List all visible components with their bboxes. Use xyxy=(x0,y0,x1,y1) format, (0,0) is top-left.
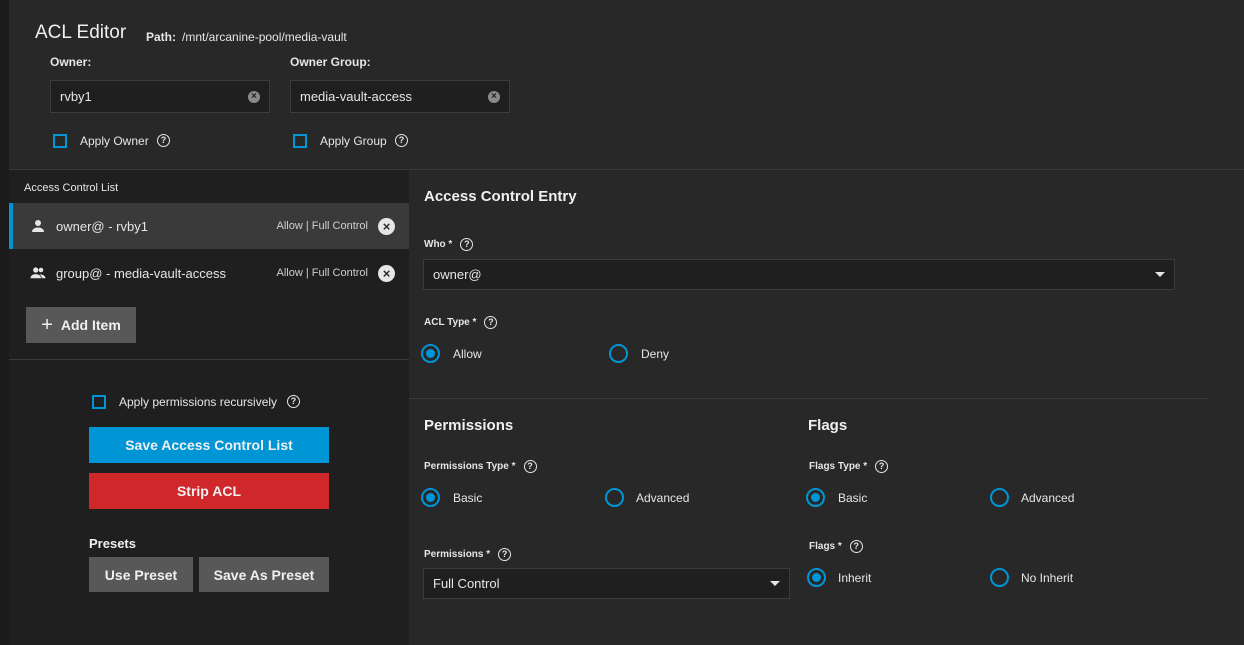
no-inherit-radio[interactable] xyxy=(990,568,1009,587)
permissions-label: Permissions * xyxy=(424,549,491,560)
who-label: Who * xyxy=(424,239,453,250)
owner-label: Owner: xyxy=(50,55,92,69)
list-divider xyxy=(9,359,409,360)
add-item-button[interactable]: + Add Item xyxy=(26,307,136,343)
clear-group-icon[interactable]: × xyxy=(488,90,500,103)
owner-group-input[interactable]: media-vault-access × xyxy=(290,80,510,113)
path-value: /mnt/arcanine-pool/media-vault xyxy=(182,30,347,44)
permissions-help-icon[interactable]: ? xyxy=(498,548,512,561)
owner-group-label: Owner Group: xyxy=(290,55,371,69)
flags-label-group: Flags * ? xyxy=(809,540,863,553)
acl-item-name: group@ - media-vault-access xyxy=(56,265,226,281)
owner-value: rvby1 xyxy=(60,89,92,104)
apply-recursive-checkbox[interactable] xyxy=(92,395,106,409)
owner-group-value: media-vault-access xyxy=(300,89,412,104)
flags-help-icon[interactable]: ? xyxy=(849,540,863,553)
use-preset-button[interactable]: Use Preset xyxy=(89,557,193,592)
strip-acl-button[interactable]: Strip ACL xyxy=(89,473,329,509)
entry-divider xyxy=(409,398,1209,399)
add-item-label: Add Item xyxy=(60,317,121,333)
permissions-label-group: Permissions * ? xyxy=(424,548,512,561)
save-acl-button[interactable]: Save Access Control List xyxy=(89,427,329,463)
apply-group-checkbox[interactable] xyxy=(293,134,307,148)
group-icon xyxy=(30,267,46,279)
permissions-type-label: Permissions Type * xyxy=(424,461,516,472)
deny-radio[interactable] xyxy=(609,344,628,363)
inherit-radio[interactable] xyxy=(807,568,826,587)
who-help-icon[interactable]: ? xyxy=(460,238,474,251)
acl-type-label-group: ACL Type * ? xyxy=(424,316,498,329)
clear-owner-icon[interactable]: × xyxy=(248,90,260,103)
acl-type-label: ACL Type * xyxy=(424,317,477,328)
acl-list-title: Access Control List xyxy=(24,182,119,194)
flags-advanced-label: Advanced xyxy=(1021,491,1075,505)
allow-radio[interactable] xyxy=(421,344,440,363)
flags-title: Flags xyxy=(808,417,848,434)
flags-type-help-icon[interactable]: ? xyxy=(875,460,889,473)
acl-editor-panel: ACL Editor Path: /mnt/arcanine-pool/medi… xyxy=(9,0,1244,645)
acl-list-panel: Access Control List owner@ - rvby1 Allow… xyxy=(9,170,409,645)
acl-type-help-icon[interactable]: ? xyxy=(484,316,498,329)
permissions-value: Full Control xyxy=(433,576,500,591)
flags-label: Flags * xyxy=(809,541,842,552)
ace-title: Access Control Entry xyxy=(424,188,577,205)
flags-basic-radio[interactable] xyxy=(806,488,825,507)
apply-owner-label: Apply Owner xyxy=(80,134,149,148)
apply-group-label: Apply Group xyxy=(320,134,387,148)
chevron-down-icon xyxy=(1155,272,1165,277)
chevron-down-icon xyxy=(770,581,780,586)
flags-type-label: Flags Type * xyxy=(809,461,868,472)
save-as-preset-button[interactable]: Save As Preset xyxy=(199,557,329,592)
deny-label: Deny xyxy=(641,347,670,361)
permissions-title: Permissions xyxy=(424,417,514,434)
acl-item-name: owner@ - rvby1 xyxy=(56,218,148,234)
presets-label: Presets xyxy=(89,536,136,551)
flags-basic-label: Basic xyxy=(838,491,868,505)
acl-list-item-group[interactable]: group@ - media-vault-access Allow | Full… xyxy=(9,250,409,296)
apply-owner-help-icon[interactable]: ? xyxy=(157,134,170,147)
permissions-advanced-label: Advanced xyxy=(636,491,690,505)
apply-recursive-label: Apply permissions recursively xyxy=(119,395,278,409)
apply-group-help-icon[interactable]: ? xyxy=(395,134,408,147)
permissions-type-help-icon[interactable]: ? xyxy=(523,460,537,473)
plus-icon: + xyxy=(41,313,53,336)
remove-item-icon[interactable]: × xyxy=(378,264,395,282)
page-title: ACL Editor xyxy=(35,22,127,43)
acl-item-meta: Allow | Full Control xyxy=(276,267,369,279)
owner-input[interactable]: rvby1 × xyxy=(50,80,270,113)
flags-type-label-group: Flags Type * ? xyxy=(809,460,889,473)
no-inherit-label: No Inherit xyxy=(1021,571,1074,585)
permissions-type-label-group: Permissions Type * ? xyxy=(424,460,537,473)
acl-list-item-owner[interactable]: owner@ - rvby1 Allow | Full Control × xyxy=(9,203,409,249)
apply-owner-checkbox[interactable] xyxy=(53,134,67,148)
who-value: owner@ xyxy=(433,267,482,282)
path-label: Path: xyxy=(146,30,176,44)
remove-item-icon[interactable]: × xyxy=(378,217,395,235)
flags-advanced-radio[interactable] xyxy=(990,488,1009,507)
permissions-basic-radio[interactable] xyxy=(421,488,440,507)
apply-recursive-help-icon[interactable]: ? xyxy=(287,395,300,408)
permissions-basic-label: Basic xyxy=(453,491,483,505)
permissions-advanced-radio[interactable] xyxy=(605,488,624,507)
permissions-select[interactable]: Full Control xyxy=(423,568,790,599)
who-label-group: Who * ? xyxy=(424,238,474,251)
who-select[interactable]: owner@ xyxy=(423,259,1175,290)
person-icon xyxy=(32,220,44,232)
acl-item-meta: Allow | Full Control xyxy=(276,220,369,232)
allow-label: Allow xyxy=(453,347,482,361)
inherit-label: Inherit xyxy=(838,571,872,585)
